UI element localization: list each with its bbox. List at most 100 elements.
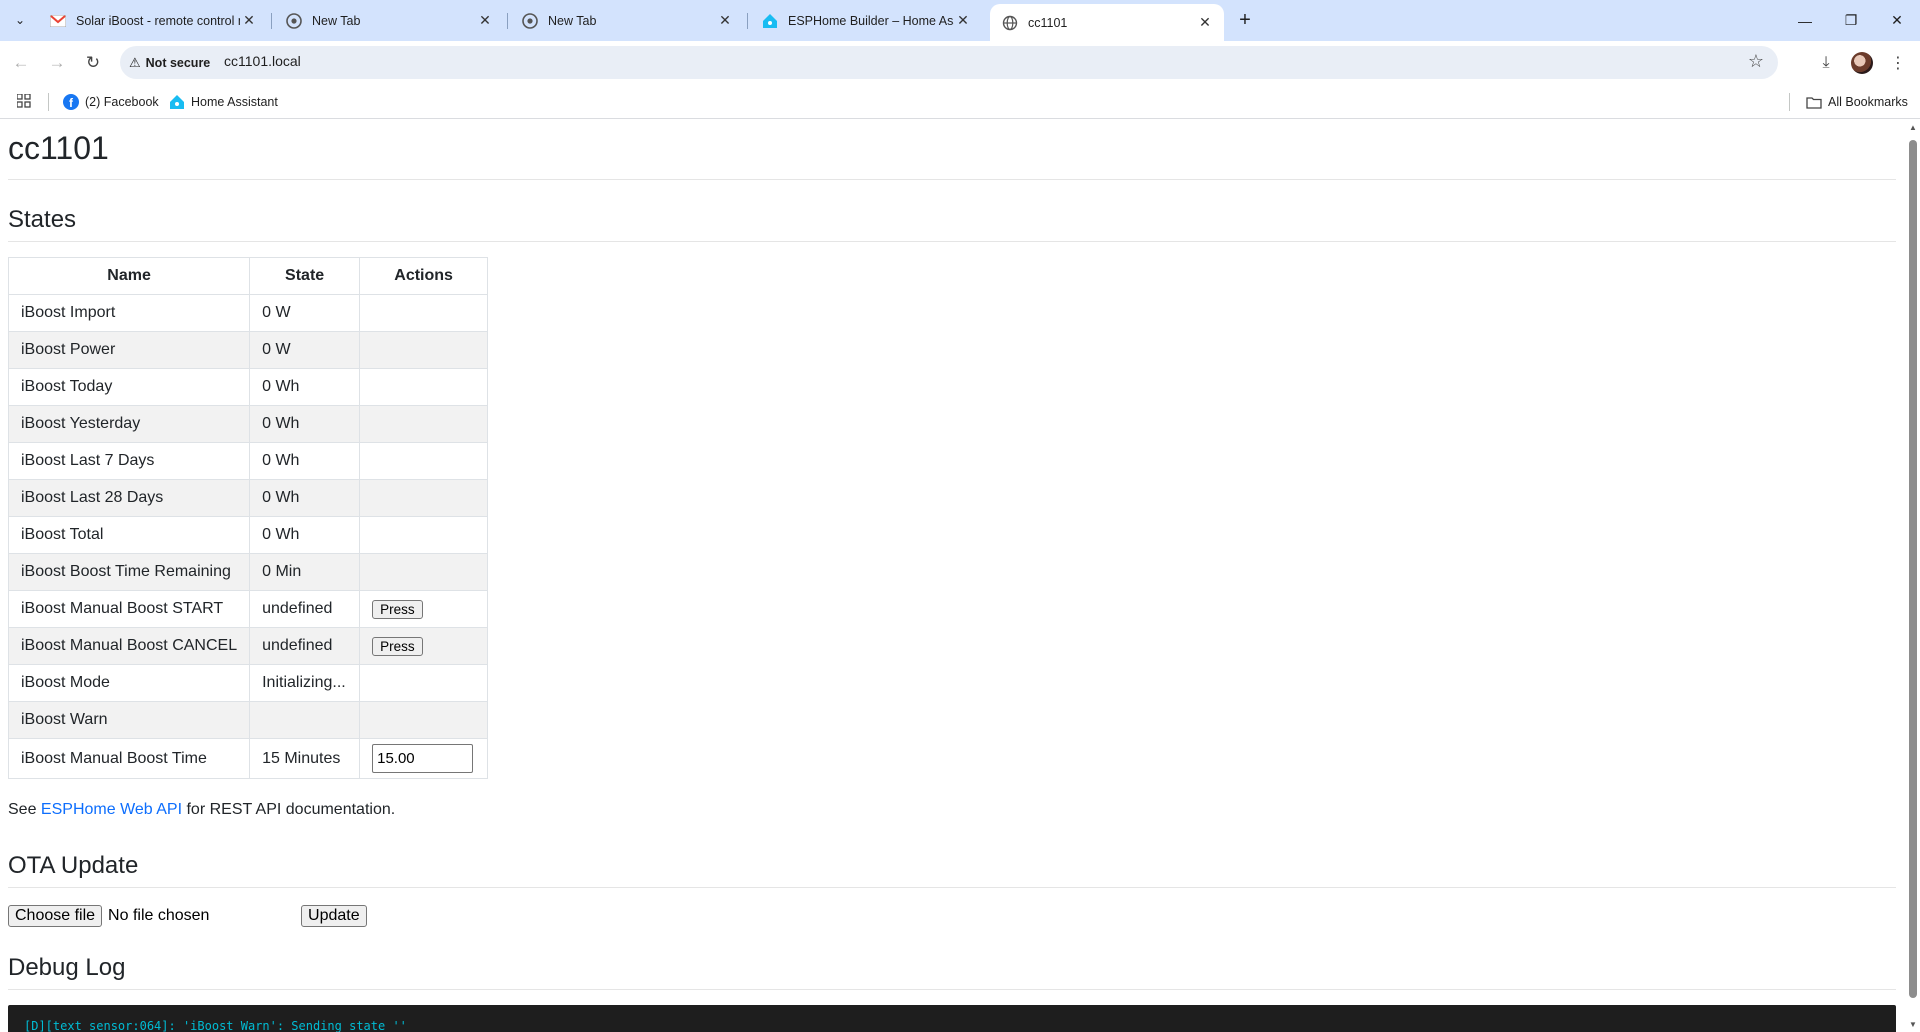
gmail-icon: [50, 13, 66, 29]
close-icon[interactable]: ✕: [716, 12, 734, 30]
scrollbar-thumb[interactable]: [1909, 140, 1917, 998]
bookmarks-separator: [48, 93, 49, 111]
back-arrow-icon: ←: [12, 53, 30, 72]
scroll-down-icon[interactable]: ▼: [1909, 1020, 1917, 1029]
divider: [8, 887, 1896, 888]
debug-log-heading: Debug Log: [8, 954, 126, 981]
close-icon[interactable]: ✕: [954, 12, 972, 30]
back-button[interactable]: ←: [6, 48, 36, 78]
browser-toolbar: ← → ↻ ⚠ Not secure cc1101.local ☆ ⤓ ⋮: [0, 41, 1920, 84]
tab-search-button[interactable]: ⌄: [7, 7, 33, 33]
table-row: iBoost Import 0 W: [7, 294, 489, 332]
states-heading: States: [8, 206, 77, 233]
press-button-boost-start[interactable]: Press: [372, 599, 423, 619]
row-state: 15 Minutes: [249, 738, 361, 779]
table-row: iBoost Power 0 W: [7, 331, 489, 369]
states-table: Name State Actions iBoost Import 0 W iBo…: [7, 257, 489, 779]
bookmark-label: Home Assistant: [191, 95, 278, 109]
close-icon[interactable]: ✕: [1196, 14, 1214, 32]
debug-log-console[interactable]: [D][text_sensor:064]: 'iBoost Warn': Sen…: [8, 1005, 1896, 1032]
row-actions: [359, 701, 489, 739]
row-state: 0 Min: [249, 553, 361, 591]
row-state: 0 W: [249, 294, 361, 332]
tab-title: ESPHome Builder – Home Assis: [788, 13, 954, 28]
table-row: iBoost Manual Boost CANCEL undefined Pre…: [7, 627, 489, 665]
address-bar[interactable]: ⚠ Not secure cc1101.local ☆: [120, 46, 1778, 79]
all-bookmarks-label: All Bookmarks: [1828, 95, 1908, 109]
restore-button[interactable]: ❐: [1828, 0, 1874, 41]
row-actions: [359, 516, 489, 554]
forward-button[interactable]: →: [42, 48, 72, 78]
home-assistant-icon: [762, 13, 778, 29]
scroll-up-icon[interactable]: ▲: [1909, 123, 1917, 132]
new-tab-button[interactable]: +: [1232, 7, 1258, 33]
download-icon: ⤓: [1822, 54, 1830, 71]
update-button[interactable]: Update: [301, 905, 367, 927]
tab-solar-iboost[interactable]: Solar iBoost - remote control n ✕: [38, 0, 268, 41]
tab-new-tab-2[interactable]: New Tab ✕: [510, 0, 744, 41]
table-row: iBoost Last 28 Days 0 Wh: [7, 479, 489, 517]
no-file-label: No file chosen: [108, 907, 210, 924]
tab-title: cc1101: [1028, 15, 1068, 30]
reload-button[interactable]: ↻: [78, 48, 108, 78]
bookmarks-bar: f (2) Facebook Home Assistant All Bookma…: [0, 84, 1920, 119]
apps-button[interactable]: [16, 92, 31, 112]
forward-arrow-icon: →: [48, 53, 66, 72]
page-scrollbar[interactable]: ▲ ▼: [1906, 120, 1920, 1032]
bookmark-star-icon[interactable]: ☆: [1748, 51, 1764, 72]
table-row: iBoost Boost Time Remaining 0 Min: [7, 553, 489, 591]
tab-new-tab-1[interactable]: New Tab ✕: [274, 0, 504, 41]
home-assistant-icon: [169, 94, 185, 110]
reload-icon: ↻: [85, 53, 101, 72]
esphome-web-api-link[interactable]: ESPHome Web API: [41, 801, 182, 818]
tab-separator: [271, 13, 272, 29]
close-icon[interactable]: ✕: [476, 12, 494, 30]
row-name: iBoost Manual Boost Time: [7, 738, 251, 779]
folder-icon: [1806, 94, 1822, 110]
row-name: iBoost Total: [7, 516, 251, 554]
avatar: [1851, 52, 1873, 74]
row-state: 0 Wh: [249, 368, 361, 406]
tab-title: Solar iBoost - remote control n: [76, 13, 240, 28]
tab-cc1101[interactable]: cc1101 ✕: [990, 4, 1224, 41]
url-text[interactable]: cc1101.local: [224, 53, 301, 69]
apps-grid-icon: [16, 92, 31, 111]
row-actions: [359, 331, 489, 369]
choose-file-button[interactable]: Choose file: [8, 905, 103, 927]
row-actions: [359, 738, 489, 779]
row-name: iBoost Boost Time Remaining: [7, 553, 251, 591]
warning-icon: ⚠: [129, 54, 141, 70]
minimize-button[interactable]: —: [1782, 0, 1828, 41]
row-actions: Press: [359, 627, 489, 665]
chrome-icon: [522, 12, 538, 29]
row-state: [249, 701, 361, 739]
api-note: See ESPHome Web API for REST API documen…: [8, 801, 395, 819]
security-chip[interactable]: ⚠ Not secure: [129, 52, 220, 73]
close-window-button[interactable]: ✕: [1874, 0, 1920, 41]
row-name: iBoost Manual Boost CANCEL: [7, 627, 251, 665]
profile-button[interactable]: [1847, 48, 1877, 78]
menu-button[interactable]: ⋮: [1883, 48, 1913, 78]
boost-time-input[interactable]: [372, 744, 474, 773]
row-state: undefined: [249, 627, 361, 665]
row-name: iBoost Mode: [7, 664, 251, 702]
downloads-button[interactable]: ⤓: [1811, 48, 1841, 78]
chrome-icon: [286, 12, 302, 29]
tab-esphome-builder[interactable]: ESPHome Builder – Home Assis ✕: [750, 0, 982, 41]
all-bookmarks-button[interactable]: All Bookmarks: [1806, 92, 1908, 112]
column-header-state: State: [249, 257, 361, 295]
row-actions: [359, 368, 489, 406]
row-state: 0 W: [249, 331, 361, 369]
table-row: iBoost Warn: [7, 701, 489, 739]
row-actions: [359, 553, 489, 591]
table-header-row: Name State Actions: [7, 257, 489, 295]
table-row: iBoost Mode Initializing...: [7, 664, 489, 702]
close-icon[interactable]: ✕: [240, 12, 258, 30]
press-button-boost-cancel[interactable]: Press: [372, 636, 423, 656]
row-name: iBoost Warn: [7, 701, 251, 739]
table-row: iBoost Total 0 Wh: [7, 516, 489, 554]
row-state: Initializing...: [249, 664, 361, 702]
bookmark-home-assistant[interactable]: Home Assistant: [169, 92, 278, 112]
kebab-menu-icon: ⋮: [1890, 55, 1906, 72]
bookmark-facebook[interactable]: f (2) Facebook: [63, 92, 159, 112]
